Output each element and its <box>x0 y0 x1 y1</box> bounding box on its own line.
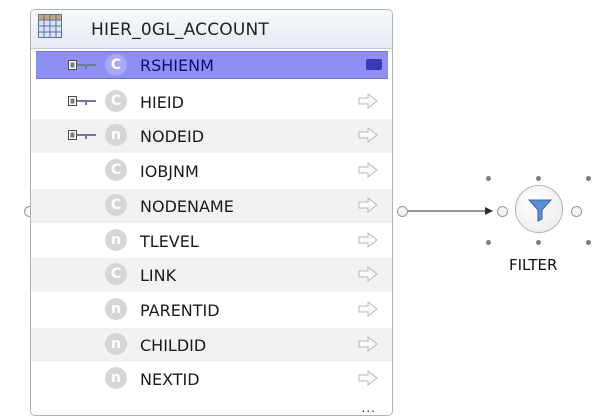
char-type-icon: C <box>105 54 127 76</box>
filter-input-port[interactable] <box>497 206 508 217</box>
funnel-icon <box>528 199 552 222</box>
filter-node[interactable] <box>515 185 563 233</box>
output-arrow-icon[interactable] <box>358 336 378 352</box>
column-name: NODENAME <box>140 197 234 216</box>
selection-handle[interactable] <box>486 240 491 245</box>
column-row[interactable]: n TLEVEL <box>31 224 392 258</box>
table-output-port[interactable] <box>397 206 408 217</box>
numeric-type-icon: n <box>105 367 127 389</box>
column-row[interactable]: n NEXTID <box>31 362 392 396</box>
table-header[interactable]: HIER_0GL_ACCOUNT <box>31 10 392 49</box>
selection-handle[interactable] <box>586 240 591 245</box>
column-row[interactable]: C HIEID <box>31 85 392 119</box>
selection-handle[interactable] <box>486 176 491 181</box>
numeric-type-icon: n <box>105 124 127 146</box>
table-grid-icon <box>38 14 62 38</box>
primary-key-icon <box>68 130 96 140</box>
column-row[interactable]: C RSHIENM <box>36 51 388 79</box>
column-name: TLEVEL <box>140 232 199 251</box>
filter-label: FILTER <box>509 256 558 274</box>
selected-marker-icon <box>366 59 382 70</box>
column-row[interactable]: C LINK <box>31 258 392 292</box>
output-arrow-icon[interactable] <box>358 162 378 178</box>
column-row[interactable]: n CHILDID <box>31 328 392 362</box>
output-arrow-icon[interactable] <box>358 197 378 213</box>
selection-handle[interactable] <box>536 176 541 181</box>
column-name: RSHIENM <box>140 56 214 75</box>
char-type-icon: C <box>105 194 127 216</box>
selection-handle[interactable] <box>536 240 541 245</box>
primary-key-icon <box>68 96 96 106</box>
numeric-type-icon: n <box>105 298 127 320</box>
column-name: PARENTID <box>140 301 220 320</box>
output-arrow-icon[interactable] <box>358 301 378 317</box>
output-arrow-icon[interactable] <box>358 266 378 282</box>
column-row[interactable]: C IOBJNM <box>31 154 392 188</box>
table-node[interactable]: HIER_0GL_ACCOUNT C RSHIENM C HIEID n NODEID C I… <box>30 9 393 416</box>
output-arrow-icon[interactable] <box>358 370 378 386</box>
column-row[interactable]: C NODENAME <box>31 189 392 223</box>
char-type-icon: C <box>105 263 127 285</box>
numeric-type-icon: n <box>105 333 127 355</box>
char-type-icon: C <box>105 90 127 112</box>
output-arrow-icon[interactable] <box>358 93 378 109</box>
column-name: NEXTID <box>140 370 200 389</box>
output-arrow-icon[interactable] <box>358 127 378 143</box>
column-name: CHILDID <box>140 336 207 355</box>
column-name: IOBJNM <box>140 162 199 181</box>
column-row[interactable]: n NODEID <box>31 119 392 153</box>
primary-key-icon <box>68 60 96 70</box>
column-name: NODEID <box>140 127 205 146</box>
numeric-type-icon: n <box>105 229 127 251</box>
more-columns-indicator[interactable]: ... <box>362 401 376 415</box>
char-type-icon: C <box>105 159 127 181</box>
column-name: LINK <box>140 266 177 285</box>
table-title: HIER_0GL_ACCOUNT <box>91 20 270 40</box>
filter-output-port[interactable] <box>571 206 582 217</box>
output-arrow-icon[interactable] <box>358 232 378 248</box>
column-name: HIEID <box>140 93 184 112</box>
column-row[interactable]: n PARENTID <box>31 293 392 327</box>
selection-handle[interactable] <box>586 176 591 181</box>
